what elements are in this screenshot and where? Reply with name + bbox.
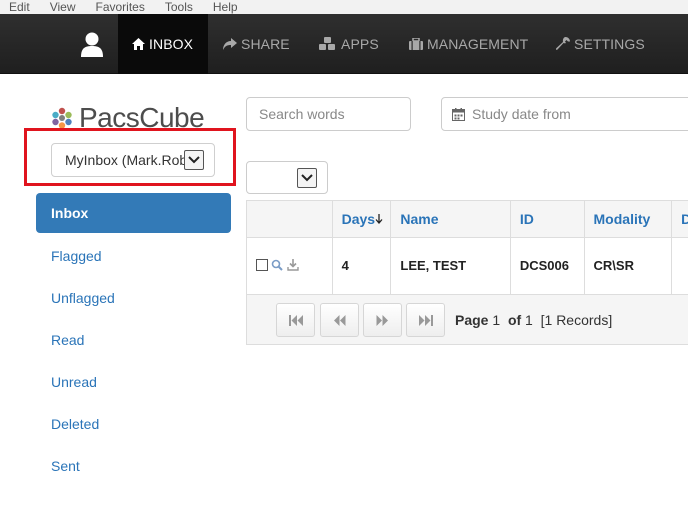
nav-share[interactable]: SHARE <box>223 14 290 74</box>
pager-total-pages: 1 <box>525 312 533 328</box>
study-date-from-field[interactable]: Study date from <box>441 97 688 131</box>
menu-edit[interactable]: Edit <box>9 1 30 13</box>
sidebar-item-unflagged[interactable]: Unflagged <box>36 277 231 319</box>
sidebar-item-sent[interactable]: Sent <box>36 445 231 487</box>
pager-page-label: Page <box>455 312 489 328</box>
menu-tools[interactable]: Tools <box>165 1 193 13</box>
last-page-button[interactable] <box>406 303 445 337</box>
nav-management-label: MANAGEMENT <box>427 36 529 52</box>
cell-date <box>672 238 688 294</box>
row-actions <box>247 238 333 294</box>
browser-menu-bar: Edit View Favorites Tools Help <box>0 0 688 14</box>
sidebar-item-inbox[interactable]: Inbox <box>36 193 231 233</box>
apps-icon <box>319 37 335 50</box>
home-icon <box>132 38 145 50</box>
wrench-icon <box>556 37 570 50</box>
highlight-box <box>24 128 236 186</box>
col-id[interactable]: ID <box>511 201 585 237</box>
calendar-icon <box>452 107 465 121</box>
study-date-from-placeholder: Study date from <box>472 106 571 122</box>
user-icon <box>81 32 103 57</box>
cell-id: DCS006 <box>511 238 585 294</box>
search-input[interactable] <box>246 97 411 131</box>
last-page-icon <box>418 314 433 326</box>
pager-of-label: of <box>507 312 522 328</box>
menu-favorites[interactable]: Favorites <box>95 1 144 13</box>
nav-apps[interactable]: APPS <box>319 14 379 74</box>
sort-down-icon <box>375 214 383 224</box>
search-icon[interactable] <box>271 259 283 271</box>
pager-page-number: 1 <box>492 312 501 328</box>
prev-page-button[interactable] <box>320 303 359 337</box>
cube-logo-icon <box>52 107 72 129</box>
cell-name: LEE, TEST <box>391 238 511 294</box>
first-page-button[interactable] <box>276 303 315 337</box>
action-select[interactable] <box>246 161 328 194</box>
row-checkbox[interactable] <box>256 259 268 271</box>
rewind-icon <box>334 314 346 326</box>
download-icon[interactable] <box>287 259 299 271</box>
col-days-label: Days <box>341 211 376 227</box>
nav-management[interactable]: MANAGEMENT <box>409 14 528 74</box>
nav-settings[interactable]: SETTINGS <box>556 14 645 74</box>
chevron-down-icon <box>301 174 313 182</box>
col-actions <box>247 201 333 237</box>
pacscube-window: Edit View Favorites Tools Help INBOX SHA… <box>0 0 688 505</box>
sidebar-item-flagged[interactable]: Flagged <box>36 235 231 277</box>
grid-header: Days Name ID Modality D <box>246 200 688 238</box>
forward-icon <box>376 314 388 326</box>
share-icon <box>223 38 237 50</box>
nav-apps-label: APPS <box>341 36 379 52</box>
col-name[interactable]: Name <box>391 201 511 237</box>
col-days[interactable]: Days <box>333 201 392 237</box>
next-page-button[interactable] <box>363 303 402 337</box>
user-menu-button[interactable] <box>70 14 114 74</box>
pager: Page 1 of 1 [1 Records] <box>246 295 688 345</box>
cell-modality: CR\SR <box>585 238 673 294</box>
top-navbar: INBOX SHARE APPS MANAGEMENT SETTINGS <box>0 14 688 74</box>
sidebar-item-read[interactable]: Read <box>36 319 231 361</box>
menu-help[interactable]: Help <box>213 1 238 13</box>
sidebar-nav: Inbox Flagged Unflagged Read Unread Dele… <box>36 193 231 487</box>
briefcase-icon <box>409 38 423 50</box>
nav-inbox[interactable]: INBOX <box>118 14 208 74</box>
nav-share-label: SHARE <box>241 36 290 52</box>
nav-settings-label: SETTINGS <box>574 36 645 52</box>
nav-inbox-label: INBOX <box>149 36 194 52</box>
col-date[interactable]: D <box>672 201 688 237</box>
sidebar-item-unread[interactable]: Unread <box>36 361 231 403</box>
cell-days: 4 <box>333 238 392 294</box>
pager-records: [1 Records] <box>540 312 613 328</box>
table-row[interactable]: 4 LEE, TEST DCS006 CR\SR <box>246 238 688 295</box>
study-grid: Days Name ID Modality D 4 LEE, TEST DCS0… <box>246 200 688 345</box>
sidebar-item-deleted[interactable]: Deleted <box>36 403 231 445</box>
col-modality[interactable]: Modality <box>585 201 673 237</box>
first-page-icon <box>288 314 303 326</box>
menu-view[interactable]: View <box>50 1 76 13</box>
pager-status: Page 1 of 1 [1 Records] <box>455 312 612 328</box>
action-select-arrow[interactable] <box>297 168 317 188</box>
